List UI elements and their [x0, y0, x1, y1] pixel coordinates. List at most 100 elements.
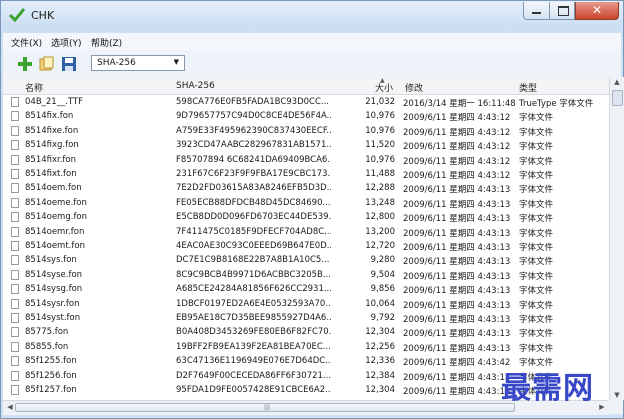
table-row[interactable]: 8514fixr.fon F85707894 6C68241DA69409BCA6… — [3, 153, 609, 167]
cell-modified: 2009/6/11 星期四 4:43:12 — [403, 127, 511, 138]
cell-size: 21,032 — [365, 97, 395, 107]
scroll-right-icon[interactable]: ▶ — [595, 403, 609, 411]
table-row[interactable]: 8514oemt.fon 4EAC0AE30C93C0EEED69B647E0D.… — [3, 239, 609, 253]
cell-sha256: 3923CD47AABC282967831AB1571... — [176, 140, 331, 151]
cell-type: TrueType 字体文件 — [519, 99, 594, 109]
table-row[interactable]: 8514sysr.fon 1DBCF0197ED2A6E4E0532593A70.… — [3, 297, 609, 311]
file-icon — [11, 154, 19, 165]
table-row[interactable]: 8514oemr.fon 7F411475C0185F9DFECF704AD8C.… — [3, 225, 609, 239]
cell-type: 字体文件 — [519, 300, 554, 311]
menu-bar: 文件(X) 选项(Y) 帮助(Z) — [3, 33, 621, 50]
vertical-scrollbar[interactable]: ▲ ▼ — [609, 77, 624, 400]
cell-size: 12,304 — [365, 327, 395, 338]
minimize-button[interactable] — [523, 2, 549, 20]
cell-name: 04B_21__.TTF — [25, 97, 84, 107]
cell-sha256: 231F67C6F23F9F9FBA17E9CBC173... — [176, 169, 331, 179]
cell-sha256: 63C47136E1196949E076E7D64DC... — [176, 356, 331, 367]
scroll-down-icon[interactable]: ▼ — [610, 391, 624, 399]
cell-modified: 2009/6/11 星期四 4:43:13 — [403, 372, 511, 383]
cell-sha256: 95FDA1D9FE0057428E91CBCE6A2... — [176, 385, 331, 395]
cell-name: 8514fixg.fon — [25, 140, 79, 151]
cell-sha256: FE05ECB88DFDCB48D45DC84690... — [176, 197, 331, 208]
horizontal-scroll-thumb[interactable]: ||| — [15, 403, 515, 412]
table-row[interactable]: 8514fixt.fon 231F67C6F23F9F9FBA17E9CBC173… — [3, 167, 609, 181]
cell-type: 字体文件 — [519, 286, 554, 297]
file-icon — [11, 97, 19, 107]
file-icon — [11, 385, 19, 395]
cell-size: 9,504 — [370, 269, 395, 280]
file-icon — [11, 284, 19, 295]
file-icon — [11, 269, 19, 280]
cell-size: 11,520 — [365, 140, 395, 151]
cell-name: 8514fixe.fon — [25, 125, 79, 136]
cell-size: 9,792 — [370, 313, 395, 323]
cell-type: 字体文件 — [519, 271, 554, 282]
cell-sha256: 7F411475C0185F9DFECF704AD8C... — [176, 226, 331, 237]
table-row[interactable]: 8514oemg.fon E5CB8DD0D096FD6703EC44DE539.… — [3, 210, 609, 224]
file-icon — [11, 111, 19, 122]
cell-sha256: A685CE24284A81856F626CC2931... — [176, 284, 331, 295]
hash-select-value: SHA-256 — [97, 58, 136, 68]
maximize-icon — [558, 6, 569, 16]
vertical-scroll-thumb[interactable] — [612, 90, 623, 106]
table-row[interactable]: 8514syst.fon EB95AE18C7D35BEE9855927D4A6.… — [3, 311, 609, 325]
cell-size: 12,720 — [365, 241, 395, 251]
cell-modified: 2009/6/11 星期四 4:43:13 — [403, 271, 511, 282]
table-row[interactable]: 8514fixg.fon 3923CD47AABC282967831AB1571.… — [3, 138, 609, 152]
maximize-button[interactable] — [549, 2, 575, 20]
table-row[interactable]: 85775.fon B0A408D3453269FE80EB6F82FC70...… — [3, 325, 609, 339]
table-row[interactable]: 8514sysg.fon A685CE24284A81856F626CC2931.… — [3, 282, 609, 296]
cell-name: 8514sysg.fon — [25, 284, 83, 295]
title-bar[interactable]: CHK ✕ — [1, 1, 623, 31]
table-row[interactable]: 8514fix.fon 9D79657757C94D0C8CE4DE56F4A..… — [3, 109, 609, 123]
hash-algorithm-select[interactable]: SHA-256 ▼ — [91, 55, 185, 71]
cell-sha256: E5CB8DD0D096FD6703EC44DE539... — [176, 212, 331, 223]
cell-size: 12,256 — [365, 341, 395, 352]
close-icon: ✕ — [591, 3, 603, 17]
table-row[interactable]: 85855.fon 19BFF2FB9EA139F2EA81BEA70EC... 1… — [3, 340, 609, 354]
column-sha-header[interactable]: SHA-256 — [176, 81, 215, 91]
add-plus-icon[interactable] — [17, 56, 33, 72]
scrollbar-corner — [609, 400, 623, 414]
cell-type: 字体文件 — [519, 315, 554, 325]
file-icon — [11, 298, 19, 309]
cell-type: 字体文件 — [519, 113, 554, 124]
cell-name: 8514sys.fon — [25, 255, 77, 266]
cell-name: 85f1255.fon — [25, 356, 77, 367]
cell-sha256: 1DBCF0197ED2A6E4E0532593A70... — [176, 298, 331, 309]
cell-name: 8514syst.fon — [25, 313, 81, 323]
column-size-header[interactable]: 大小 — [375, 81, 393, 94]
column-name-header[interactable]: 名称 — [25, 81, 43, 94]
cell-sha256: A759E33F495962390C837430EECF... — [176, 125, 331, 136]
file-icon — [11, 226, 19, 237]
table-row[interactable]: 04B_21__.TTF 598CA776E0FB5FADA1BC93D0CC..… — [3, 95, 609, 109]
cell-sha256: D2F7649F00CECEDA86FF6F30721... — [176, 370, 331, 381]
save-disk-icon[interactable] — [61, 56, 77, 72]
cell-sha256: 19BFF2FB9EA139F2EA81BEA70EC... — [176, 341, 331, 352]
cell-sha256: 598CA776E0FB5FADA1BC93D0CC... — [176, 97, 330, 107]
column-modified-header[interactable]: 修改 — [405, 81, 423, 94]
minimize-icon — [532, 12, 541, 14]
menu-options[interactable]: 选项(Y) — [51, 36, 82, 49]
cell-name: 85f1256.fon — [25, 370, 77, 381]
table-row[interactable]: 8514oeme.fon FE05ECB88DFDCB48D45DC84690..… — [3, 196, 609, 210]
column-type-header[interactable]: 类型 — [519, 81, 537, 94]
menu-help[interactable]: 帮助(Z) — [91, 36, 122, 49]
open-folder-icon[interactable] — [39, 56, 55, 72]
cell-name: 8514oemg.fon — [25, 212, 88, 223]
cell-size: 10,064 — [365, 298, 395, 309]
cell-type: 字体文件 — [519, 214, 554, 225]
scroll-up-icon[interactable]: ▲ — [610, 78, 624, 86]
table-row[interactable]: 8514sys.fon DC7E1C9B8168E22B7A8B1A10C5...… — [3, 253, 609, 267]
file-icon — [11, 370, 19, 381]
close-button[interactable]: ✕ — [575, 2, 619, 20]
table-row[interactable]: 8514oem.fon 7E2D2FD03615A83A8246EFB5D3D..… — [3, 181, 609, 195]
toolbar: SHA-256 ▼ — [3, 50, 621, 78]
table-row[interactable]: 8514fixe.fon A759E33F495962390C837430EECF… — [3, 124, 609, 138]
cell-modified: 2009/6/11 星期四 4:43:12 — [403, 171, 511, 181]
cell-modified: 2009/6/11 星期四 4:43:13 — [403, 286, 511, 297]
cell-size: 13,248 — [365, 197, 395, 208]
menu-file[interactable]: 文件(X) — [11, 36, 42, 49]
table-row[interactable]: 8514syse.fon 8C9C9BCB4B9971D6ACBBC3205B..… — [3, 268, 609, 282]
cell-size: 12,336 — [365, 356, 395, 367]
